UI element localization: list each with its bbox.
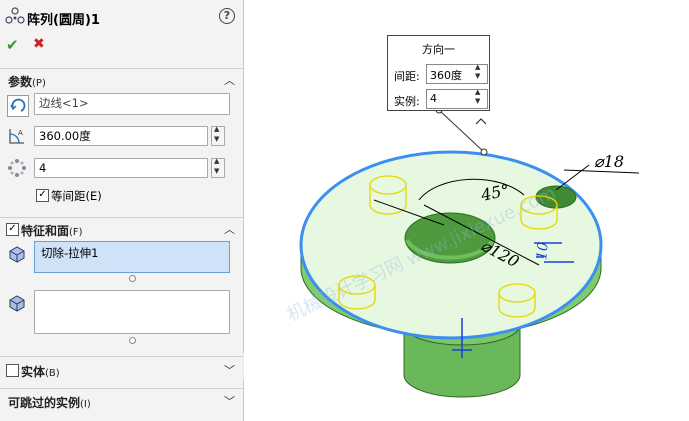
features-faces-label: 特征和面(F) — [21, 224, 83, 238]
hole-diameter-dimension[interactable]: ⌀18 — [594, 152, 624, 171]
instances-label: 实例: — [394, 95, 420, 108]
x-icon[interactable]: ✖ — [33, 36, 45, 52]
chevron-down-icon[interactable]: ﹀ — [224, 393, 235, 409]
help-icon[interactable]: ? — [219, 8, 235, 24]
resize-handle[interactable] — [129, 337, 136, 344]
svg-text:A: A — [18, 129, 23, 137]
bodies-checkbox[interactable] — [6, 364, 19, 377]
resize-handle[interactable] — [129, 275, 136, 282]
parameters-label: 参数(P) — [8, 75, 46, 89]
chevron-down-icon[interactable]: ﹀ — [224, 362, 235, 378]
angle-stepper[interactable] — [211, 125, 225, 146]
circular-pattern-icon — [5, 7, 25, 24]
direction-field[interactable]: 边线<1> — [34, 93, 230, 115]
equal-spacing-checkbox[interactable]: ✓ — [36, 189, 49, 202]
direction-callout: 方向一 间距: 360度 实例: 4 — [387, 35, 490, 111]
callout-spacing-stepper[interactable] — [474, 63, 486, 82]
checkmark-icon[interactable]: ✔ — [6, 36, 19, 54]
faces-listbox[interactable] — [34, 290, 230, 334]
instances-field[interactable]: 4 — [34, 158, 208, 178]
features-to-pattern-icon — [9, 246, 25, 263]
graphics-area[interactable]: ⌀18 45° ⌀120 10 机械设计学习网 www.jixiexue.com… — [244, 0, 689, 421]
bodies-section-header[interactable]: 实体(B) ﹀ — [0, 356, 243, 385]
chevron-up-icon[interactable]: ︿ — [224, 221, 235, 237]
list-item[interactable]: 切除-拉伸1 — [41, 245, 98, 261]
faces-to-pattern-icon — [9, 295, 25, 312]
skip-instances-section-header[interactable]: 可跳过的实例(I) ﹀ — [0, 388, 243, 417]
angle-field[interactable]: 360.00度 — [34, 126, 208, 146]
bodies-label: 实体(B) — [21, 365, 60, 379]
instances-icon — [8, 159, 26, 177]
instances-stepper[interactable] — [211, 157, 225, 178]
property-manager: 阵列(圆周)1 ? ✔ ✖ 参数(P) ︿ 边线<1> A 360.00度 4 … — [0, 0, 244, 421]
skip-instances-label: 可跳过的实例(I) — [8, 396, 91, 410]
features-faces-section-header[interactable]: ✓ 特征和面(F) ︿ — [0, 217, 243, 240]
feature-header: 阵列(圆周)1 ? — [0, 0, 243, 34]
spacing-label: 间距: — [394, 70, 420, 83]
chevron-up-icon[interactable]: ︿ — [224, 72, 235, 88]
equal-spacing-label: 等间距(E) — [51, 189, 102, 203]
features-faces-checkbox[interactable]: ✓ — [6, 223, 19, 236]
parameters-section-header[interactable]: 参数(P) ︿ — [0, 68, 243, 91]
callout-instances-stepper[interactable] — [474, 88, 486, 107]
feature-title: 阵列(圆周)1 — [27, 13, 100, 28]
reverse-direction-icon[interactable] — [7, 95, 29, 117]
angle-icon: A — [9, 129, 24, 144]
callout-title: 方向一 — [422, 43, 455, 56]
features-listbox[interactable]: 切除-拉伸1 — [34, 241, 230, 273]
offset-dimension[interactable]: 10 — [534, 241, 551, 260]
